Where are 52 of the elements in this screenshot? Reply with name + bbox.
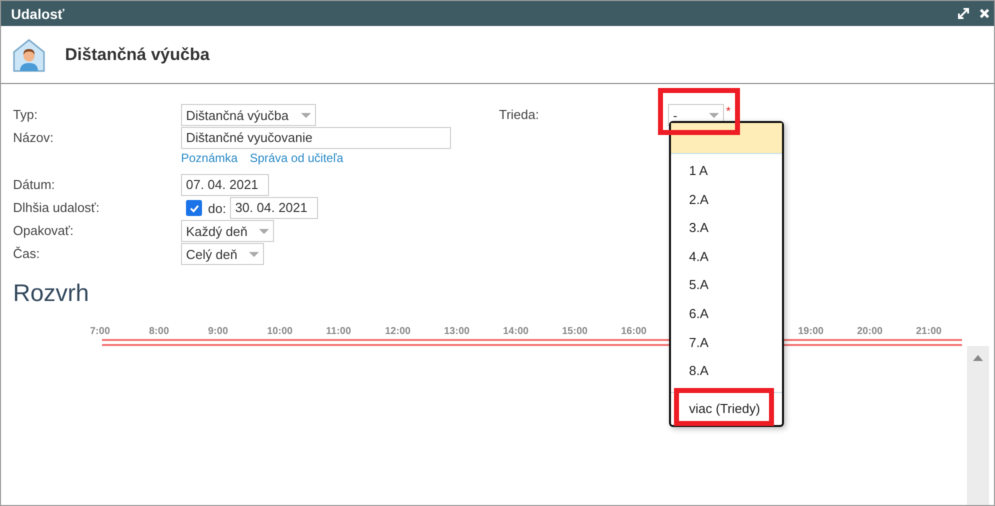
menu-option[interactable]: viac (Triedy) <box>671 392 782 425</box>
required-mark: * <box>726 104 731 118</box>
checkbox[interactable] <box>186 200 202 216</box>
menu-option[interactable]: 5.A <box>671 271 782 300</box>
menu-option[interactable]: 7.A <box>671 328 782 358</box>
time-label: 14:00 <box>503 326 530 337</box>
caret-icon <box>249 252 260 256</box>
checkmark-icon <box>188 202 200 214</box>
time-label: 9:00 <box>208 326 230 337</box>
select-field[interactable]: Dištančná výučba <box>181 104 316 126</box>
scroll-up-icon[interactable] <box>973 354 983 362</box>
menu-option[interactable]: 1 A <box>671 157 782 186</box>
field-label: Dátum: <box>13 176 56 194</box>
time-label: 13:00 <box>444 326 471 337</box>
time-label: 10:00 <box>267 326 294 337</box>
field-label: Čas: <box>13 245 41 263</box>
section-title: Rozvrh <box>13 280 90 308</box>
menu-option[interactable]: 8.A <box>671 357 782 386</box>
menu-option[interactable]: 6.A <box>671 300 782 329</box>
house-person-icon <box>11 36 47 72</box>
time-label: 21:00 <box>916 326 943 337</box>
select-field[interactable]: Celý deň <box>181 243 264 265</box>
menu-option[interactable]: 3.A <box>671 214 782 243</box>
link[interactable]: Správa od učiteľa <box>250 151 344 165</box>
time-label: 11:00 <box>326 326 352 337</box>
close-icon[interactable] <box>979 8 990 19</box>
field-label: Typ: <box>13 106 39 124</box>
caret-icon <box>300 112 311 118</box>
time-label: 15:00 <box>562 326 589 337</box>
date-field[interactable]: 30. 04. 2021 <box>230 197 318 219</box>
field-label: Trieda: <box>499 106 540 124</box>
time-label: 12:00 <box>385 326 412 337</box>
caret-icon <box>259 228 270 234</box>
time-label: 7:00 <box>90 326 112 337</box>
menu-option[interactable]: 4.A <box>671 242 782 272</box>
input-field[interactable]: Dištančné vyučovanie <box>181 127 451 149</box>
link[interactable]: Poznámka <box>181 151 238 165</box>
select-field[interactable]: Každý deň <box>181 220 274 242</box>
field-label: Dlhšia udalosť: <box>13 199 101 217</box>
scrollbar[interactable] <box>967 346 989 505</box>
maximize-icon[interactable] <box>958 8 969 19</box>
date-field[interactable]: 07. 04. 2021 <box>181 174 269 196</box>
time-label: 16:00 <box>621 326 648 337</box>
field-label: Opakovať: <box>13 222 75 240</box>
window-title: Udalosť <box>11 6 64 22</box>
menu-option[interactable]: 2.A <box>671 186 782 214</box>
time-label: 20:00 <box>857 326 884 337</box>
field-label: Názov: <box>13 129 54 147</box>
time-label: 8:00 <box>149 326 170 337</box>
page-title: Dištančná výučba <box>65 44 210 64</box>
field-label: do: <box>208 200 226 216</box>
time-label: 19:00 <box>798 326 825 337</box>
